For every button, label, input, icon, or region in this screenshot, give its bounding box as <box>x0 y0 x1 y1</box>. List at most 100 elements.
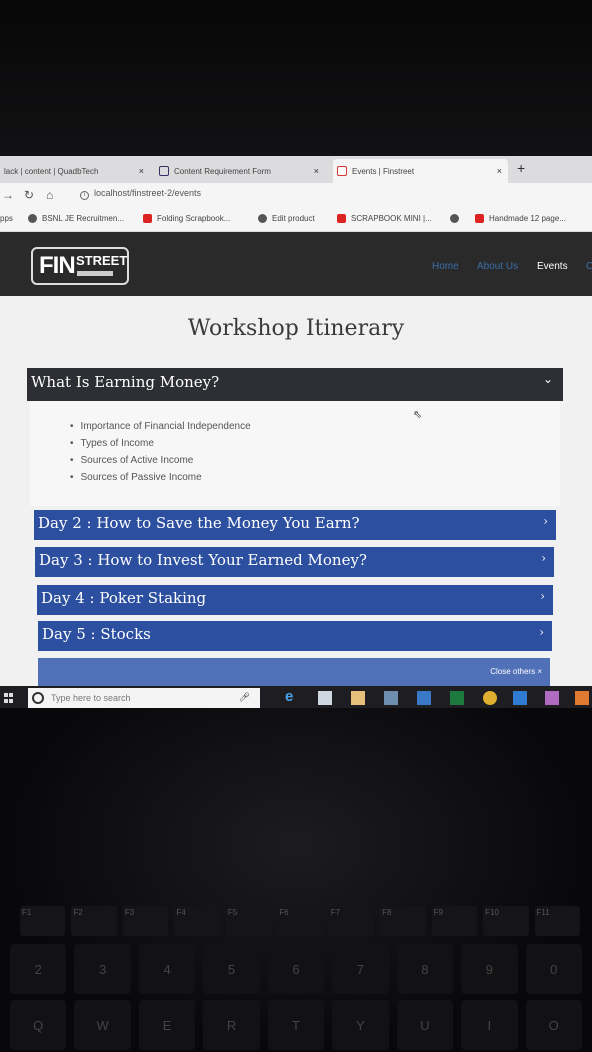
key: Y <box>332 1000 389 1050</box>
key: 8 <box>396 944 454 994</box>
finstreet-logo[interactable]: FIN STREET <box>31 247 129 285</box>
accordion-panel: Importance of Financial Independence Typ… <box>30 401 560 506</box>
list-item: Types of Income <box>70 438 251 455</box>
list-item: Sources of Passive Income <box>70 472 251 489</box>
bookmark-label: Edit product <box>272 214 315 223</box>
form-icon <box>159 166 169 176</box>
globe-icon <box>28 214 37 223</box>
chrome-icon[interactable] <box>483 691 497 705</box>
bookmark-item[interactable]: BSNL JE Recruitmen... <box>28 214 124 223</box>
close-icon[interactable]: × <box>497 166 502 176</box>
logo-fin: FIN <box>39 252 76 279</box>
key: 3 <box>74 944 131 994</box>
mouse-cursor-icon: ⇖ <box>413 409 423 421</box>
bookmark-item[interactable] <box>450 214 464 223</box>
nav-more[interactable]: C <box>586 261 592 272</box>
nav-about-us[interactable]: About Us <box>477 261 518 272</box>
key: 2 <box>10 944 67 994</box>
monitor-bezel <box>0 0 592 156</box>
close-others-button[interactable]: Close others × <box>490 667 542 676</box>
key: 4 <box>138 944 196 994</box>
logo-street: STREET <box>76 253 128 268</box>
app-icon[interactable] <box>575 691 589 705</box>
tab-label: Events | Finstreet <box>352 166 415 176</box>
key: I <box>461 1000 518 1050</box>
key: 0 <box>525 944 582 994</box>
globe-icon <box>258 214 267 223</box>
key: 9 <box>461 944 518 994</box>
accordion-day-5[interactable]: Day 5 : Stocks › <box>38 621 552 651</box>
accordion-day-3[interactable]: Day 3 : How to Invest Your Earned Money?… <box>35 547 554 577</box>
number-key-row: 2 3 4 5 6 7 8 9 0 <box>0 944 592 994</box>
logo-bar <box>77 271 113 276</box>
nav-events[interactable]: Events <box>537 261 568 272</box>
chevron-right-icon: › <box>541 551 546 565</box>
key: F2 <box>71 906 117 936</box>
app-icon[interactable] <box>545 691 559 705</box>
bookmarks-bar: pps BSNL JE Recruitmen... Folding Scrapb… <box>0 208 592 232</box>
reload-icon[interactable]: ↻ <box>24 188 34 202</box>
nav-home[interactable]: Home <box>432 261 459 272</box>
url-field[interactable]: i localhost/finstreet-2/events <box>80 188 201 200</box>
close-icon[interactable]: × <box>139 166 144 176</box>
bookmark-item[interactable]: Handmade 12 page... <box>475 214 566 223</box>
app-icon[interactable] <box>417 691 431 705</box>
accordion-title: Day 4 : Poker Staking <box>41 589 207 607</box>
file-explorer-icon[interactable] <box>351 691 365 705</box>
key: F4 <box>174 906 220 936</box>
key: T <box>267 1000 325 1050</box>
browser-tab-strip: lack | content | QuadbTech × Content Req… <box>0 156 592 183</box>
search-placeholder: Type here to search <box>51 693 131 703</box>
letter-key-row: Q W E R T Y U I O <box>0 1000 592 1050</box>
accordion-day-4[interactable]: Day 4 : Poker Staking › <box>37 585 553 615</box>
address-bar: → ↻ ⌂ i localhost/finstreet-2/events <box>0 183 592 208</box>
close-icon[interactable]: × <box>314 166 319 176</box>
forward-icon[interactable]: → <box>2 188 14 202</box>
bookmark-item[interactable]: Edit product <box>258 214 315 223</box>
accordion-day-2[interactable]: Day 2 : How to Save the Money You Earn? … <box>34 510 556 540</box>
bookmark-label: pps <box>0 214 13 223</box>
browser-tab-1[interactable]: lack | content | QuadbTech × <box>0 159 150 183</box>
browser-tab-3[interactable]: Events | Finstreet × <box>333 159 508 183</box>
edge-icon[interactable]: e <box>285 688 299 705</box>
browser-tab-2[interactable]: Content Requirement Form × <box>155 159 325 183</box>
windows-start-icon[interactable] <box>4 693 14 703</box>
windows-taskbar: Type here to search 🎤︎ e <box>0 686 592 708</box>
function-key-row: F1 F2 F3 F4 F5 F6 F7 F8 F9 F10 F11 <box>20 906 580 936</box>
accordion-title: Day 2 : How to Save the Money You Earn? <box>38 514 360 532</box>
monitor-screen: lack | content | QuadbTech × Content Req… <box>0 156 592 708</box>
key: F1 <box>20 906 66 936</box>
store-icon[interactable] <box>318 691 332 705</box>
site-favicon-icon <box>337 166 347 176</box>
accordion-title: Day 3 : How to Invest Your Earned Money? <box>39 551 367 569</box>
bookmark-item[interactable]: SCRAPBOOK MINI |... <box>337 214 432 223</box>
taskbar-search-input[interactable]: Type here to search 🎤︎ <box>28 688 260 708</box>
key: 6 <box>267 944 325 994</box>
key: W <box>74 1000 131 1050</box>
url-text: localhost/finstreet-2/events <box>94 188 202 198</box>
home-icon[interactable]: ⌂ <box>46 188 53 202</box>
bookmark-item[interactable]: Folding Scrapbook... <box>143 214 230 223</box>
key: R <box>203 1000 260 1050</box>
vscode-icon[interactable] <box>513 691 527 705</box>
key: F11 <box>534 906 580 936</box>
bookmark-label: Handmade 12 page... <box>489 214 566 223</box>
key: Q <box>10 1000 67 1050</box>
globe-icon <box>450 214 459 223</box>
youtube-icon <box>337 214 346 223</box>
youtube-icon <box>143 214 152 223</box>
microphone-icon[interactable]: 🎤︎ <box>239 692 250 703</box>
excel-icon[interactable] <box>450 691 464 705</box>
key: O <box>525 1000 582 1050</box>
app-icon[interactable] <box>384 691 398 705</box>
list-item: Importance of Financial Independence <box>70 421 251 438</box>
key: F10 <box>483 906 529 936</box>
topic-list: Importance of Financial Independence Typ… <box>70 421 251 489</box>
key: U <box>396 1000 454 1050</box>
new-tab-button[interactable]: + <box>517 160 525 176</box>
accordion-header-open[interactable]: What Is Earning Money? ⌄ <box>27 368 563 401</box>
bookmark-label: BSNL JE Recruitmen... <box>42 214 124 223</box>
bookmark-apps[interactable]: pps <box>0 214 13 223</box>
key: F8 <box>380 906 426 936</box>
key: E <box>138 1000 196 1050</box>
